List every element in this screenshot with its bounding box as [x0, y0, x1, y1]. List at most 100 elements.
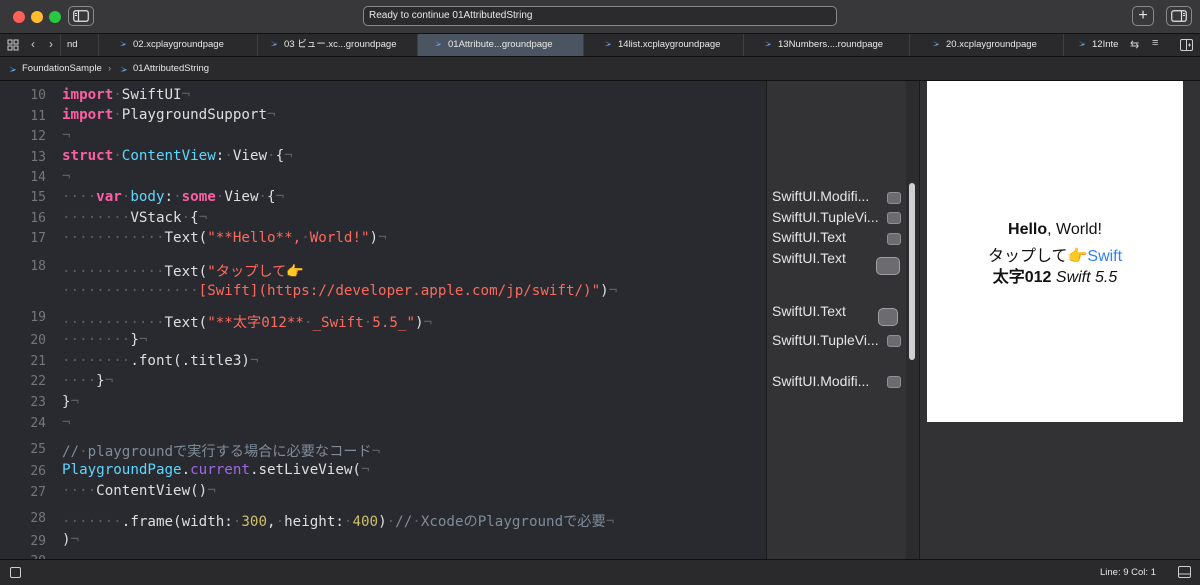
- code-line: ····var·body:·some·View·{¬: [62, 189, 285, 205]
- line-number: 20: [30, 333, 46, 348]
- line-number: 10: [30, 88, 46, 103]
- breadcrumb-page[interactable]: 01AttributedString: [133, 57, 209, 80]
- swift-icon: [1078, 40, 1086, 46]
- activity-status-text: Ready to continue 01AttributedString: [369, 10, 533, 21]
- grid-icon[interactable]: [7, 39, 19, 51]
- code-line: ····ContentView()¬: [62, 483, 216, 499]
- swift-icon: [932, 40, 940, 46]
- editor-tab[interactable]: 14list.xcplaygroundpage: [583, 34, 743, 56]
- close-window-button[interactable]: [13, 11, 25, 23]
- line-number: 24: [30, 416, 46, 431]
- quick-look-icon[interactable]: [876, 257, 900, 275]
- quick-look-icon[interactable]: [887, 335, 901, 347]
- navigator-toggle-button[interactable]: [68, 6, 94, 26]
- plus-icon: +: [1138, 7, 1148, 24]
- swift-icon: [764, 40, 772, 46]
- line-number: 12: [30, 129, 46, 144]
- live-text-rest: , World!: [1047, 221, 1102, 238]
- line-number: 18: [30, 259, 46, 274]
- jump-bar: FoundationSample › 01AttributedString: [0, 57, 1200, 81]
- swift-icon: [9, 66, 16, 72]
- editor-options-icon[interactable]: ≡: [1152, 37, 1158, 49]
- result-label: SwiftUI.Text: [772, 250, 846, 266]
- code-line: import·PlaygroundSupport¬: [62, 107, 276, 123]
- tab-label: 02.xcplaygroundpage: [133, 39, 224, 50]
- editor-tab[interactable]: 02.xcplaygroundpage: [98, 34, 271, 56]
- result-label: SwiftUI.Text: [772, 303, 846, 319]
- quick-look-icon[interactable]: [887, 212, 901, 224]
- hide-debug-area-icon[interactable]: [10, 567, 21, 578]
- line-number: 29: [30, 534, 46, 549]
- zoom-window-button[interactable]: [49, 11, 61, 23]
- results-scrollbar[interactable]: [909, 183, 915, 360]
- line-number: 28: [30, 511, 46, 526]
- code-line: ¬: [62, 169, 71, 185]
- editor-tab-bar: ‹ › nd 02.xcplaygroundpage 03 ビュー.xc...g…: [0, 34, 1200, 57]
- code-line: PlaygroundPage.current.setLiveView(¬: [62, 462, 370, 478]
- breadcrumb-project[interactable]: FoundationSample: [22, 57, 102, 80]
- tab-label: 14list.xcplaygroundpage: [618, 39, 721, 50]
- swift-icon: [120, 66, 127, 72]
- library-button[interactable]: +: [1132, 6, 1154, 26]
- line-number: 16: [30, 211, 46, 226]
- line-number: 15: [30, 190, 46, 205]
- line-number: 14: [30, 170, 46, 185]
- swift-icon: [604, 40, 612, 46]
- inspector-toggle-button[interactable]: [1166, 6, 1192, 26]
- code-line: ········VStack·{¬: [62, 210, 208, 226]
- quick-look-icon[interactable]: [887, 376, 901, 388]
- source-editor[interactable]: 10 11 12 13 14 15 16 17 18 19 20 21 22 2…: [0, 81, 766, 559]
- code-line: ¬: [62, 415, 71, 431]
- activity-viewer: Ready to continue 01AttributedString: [363, 6, 837, 26]
- code-line: ············Text("**Hello**,·World!")¬: [62, 230, 387, 246]
- live-text-line-3: 太字012 Swift 5.5: [927, 263, 1183, 287]
- editor-tab-active[interactable]: 01Attribute...groundpage: [417, 34, 583, 56]
- live-view-panel: Hello, World! タップして👉Swift 太字012 Swift 5.…: [919, 81, 1200, 559]
- code-line: ················[Swift](https://develope…: [62, 283, 618, 299]
- code-line: ¬: [62, 128, 71, 144]
- forward-icon[interactable]: ›: [49, 37, 53, 51]
- swift-icon: [270, 40, 278, 46]
- tab-label: 12Inte: [1092, 39, 1119, 50]
- quick-look-icon[interactable]: [887, 192, 901, 204]
- result-label: SwiftUI.Modifi...: [772, 188, 870, 204]
- inspector-icon: [1171, 10, 1187, 22]
- quick-look-icon[interactable]: [887, 233, 901, 245]
- quick-look-icon[interactable]: [878, 308, 898, 326]
- window-toolbar: Ready to continue 01AttributedString +: [0, 0, 1200, 34]
- code-line: ········}¬: [62, 332, 148, 348]
- editor-tab[interactable]: nd: [60, 34, 98, 56]
- editor-tab[interactable]: 12Inte: [1063, 34, 1125, 56]
- tab-label: 03 ビュー.xc...groundpage: [284, 39, 397, 50]
- editor-tab[interactable]: 03 ビュー.xc...groundpage: [257, 34, 417, 56]
- line-number: 22: [30, 374, 46, 389]
- line-number: 26: [30, 464, 46, 479]
- back-icon[interactable]: ‹: [31, 37, 35, 51]
- line-number: 13: [30, 150, 46, 165]
- minimize-window-button[interactable]: [31, 11, 43, 23]
- result-label: SwiftUI.Text: [772, 229, 846, 245]
- swift-icon: [119, 40, 127, 46]
- line-number: 25: [30, 442, 46, 457]
- result-label: SwiftUI.TupleVi...: [772, 209, 878, 225]
- code-line: ········.font(.title3)¬: [62, 353, 259, 369]
- code-line: //·playgroundで実行する場合に必要なコード¬: [62, 444, 381, 460]
- live-view-canvas: Hello, World! タップして👉Swift 太字012 Swift 5.…: [927, 81, 1183, 422]
- tab-label: 13Numbers....roundpage: [778, 39, 884, 50]
- line-number-gutter: 10 11 12 13 14 15 16 17 18 19 20 21 22 2…: [0, 81, 52, 559]
- status-bar: Line: 9 Col: 1: [0, 559, 1200, 585]
- code-line: }¬: [62, 394, 80, 410]
- cursor-position: Line: 9 Col: 1: [1100, 567, 1156, 578]
- console-toggle-icon[interactable]: [1178, 566, 1191, 578]
- editor-tab[interactable]: 13Numbers....roundpage: [743, 34, 909, 56]
- live-text-italic: Swift 5.5: [1055, 269, 1118, 286]
- line-number: 27: [30, 485, 46, 500]
- split-editor-icon[interactable]: [1180, 39, 1193, 51]
- editor-tab[interactable]: 20.xcplaygroundpage: [909, 34, 1063, 56]
- live-text-bold: Hello: [1008, 221, 1048, 238]
- result-label: SwiftUI.TupleVi...: [772, 332, 878, 348]
- line-number: 23: [30, 395, 46, 410]
- code-line: ············Text("タップして👉: [62, 264, 304, 280]
- related-items-icon[interactable]: ⇆: [1130, 38, 1139, 51]
- code-line: import·SwiftUI¬: [62, 87, 191, 103]
